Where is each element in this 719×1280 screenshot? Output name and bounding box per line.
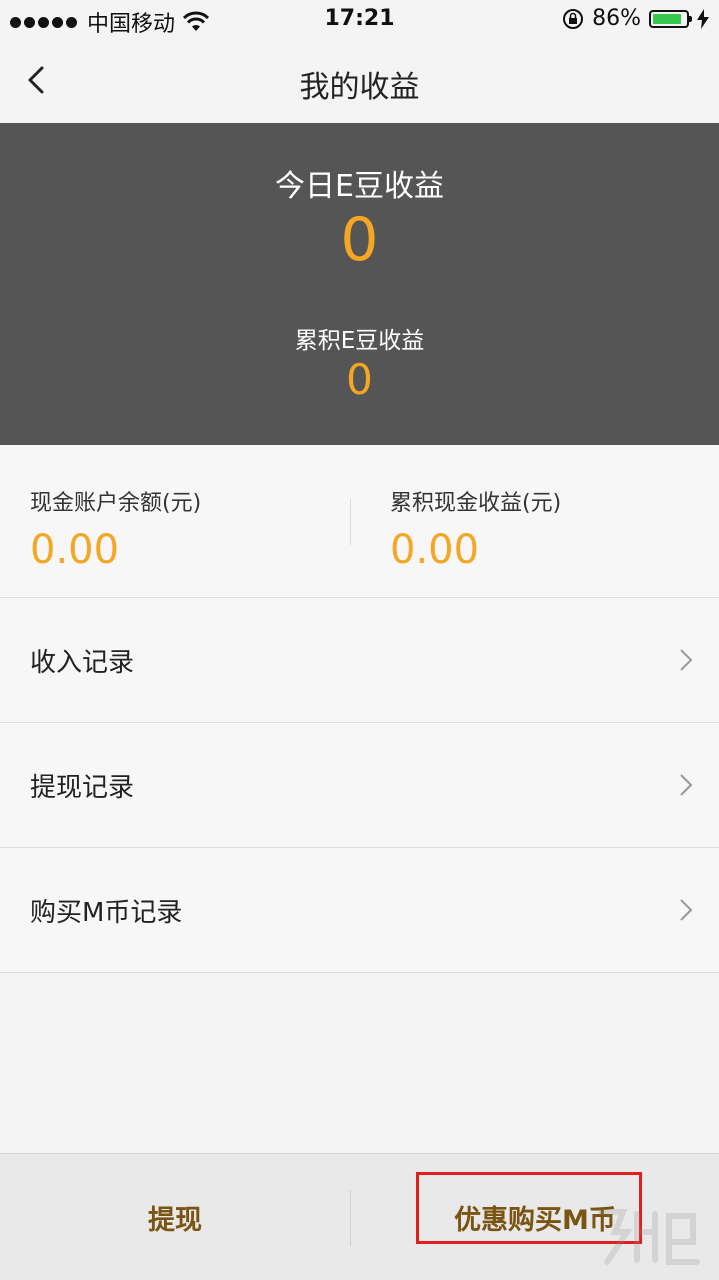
charging-bolt-icon [697,8,709,29]
earnings-screen: 中国移动 17:21 86% 我的收益 今日E豆收益 0 累积E豆收益 0 现金… [0,0,719,1280]
list-item-mcoin-purchase-records[interactable]: 购买M币记录 [0,848,719,973]
nav-bar: 我的收益 [0,40,719,123]
list-item-label: 购买M币记录 [30,898,183,928]
list-item-income-records[interactable]: 收入记录 [0,598,719,723]
total-bean-earnings-value: 0 [346,355,373,404]
total-cash-earnings-label: 累积现金收益(元) [390,491,562,516]
chevron-right-icon [680,649,693,671]
cash-balance: 现金账户余额(元) 0.00 [30,485,201,573]
chevron-right-icon [680,899,693,921]
status-right: 86% [562,6,709,31]
rotation-lock-icon [563,8,584,29]
list-item-label: 提现记录 [30,773,135,803]
cash-divider [350,499,351,545]
today-bean-earnings-label: 今日E豆收益 [275,169,444,204]
cash-balance-label: 现金账户余额(元) [30,491,202,516]
chevron-right-icon [680,774,693,796]
battery-percent: 86% [592,6,641,31]
battery-fill [653,13,681,24]
battery-icon [649,9,692,28]
total-bean-earnings-label: 累积E豆收益 [294,328,425,354]
page-title: 我的收益 [299,70,420,105]
list-item-label: 收入记录 [30,648,135,678]
cash-summary-row: 现金账户余额(元) 0.00 累积现金收益(元) 0.00 [0,445,719,598]
status-bar: 中国移动 17:21 86% [0,0,719,40]
withdraw-button[interactable]: 提现 [0,1154,350,1280]
total-cash-earnings: 累积现金收益(元) 0.00 [390,485,561,573]
bean-earnings-panel: 今日E豆收益 0 累积E豆收益 0 [0,123,719,445]
watermark-logo [598,1209,700,1265]
cash-balance-value: 0.00 [30,527,120,573]
list-item-withdraw-records[interactable]: 提现记录 [0,723,719,848]
today-bean-earnings-value: 0 [340,205,379,275]
total-cash-earnings-value: 0.00 [390,527,480,573]
